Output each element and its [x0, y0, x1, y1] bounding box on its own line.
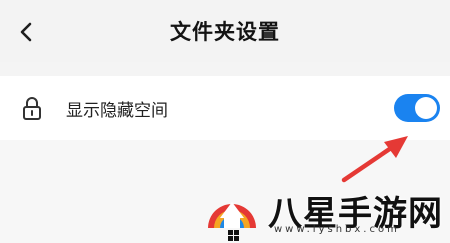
- hidden-space-toggle[interactable]: [394, 94, 440, 122]
- red-arrow-icon: [341, 136, 408, 183]
- setting-label: 显示隐藏空间: [66, 101, 168, 121]
- page-title: 文件夹设置: [170, 20, 280, 44]
- rainbow-house-logo-icon: [208, 202, 256, 241]
- top-bar: 文件夹设置: [0, 0, 450, 62]
- toggle-knob: [415, 97, 437, 119]
- lock-icon: [23, 97, 41, 120]
- watermark-url: www.lyshbx.com: [274, 224, 400, 235]
- setting-row-hidden-space[interactable]: 显示隐藏空间: [0, 76, 450, 140]
